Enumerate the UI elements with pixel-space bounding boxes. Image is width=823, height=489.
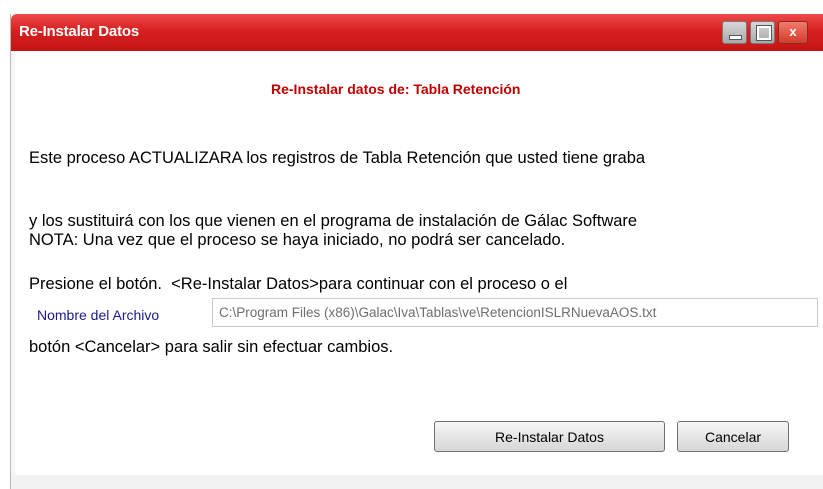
dialog-content: Re-Instalar datos de: Tabla Retención Es… <box>15 51 823 475</box>
close-icon: x <box>789 24 797 39</box>
instructions-line: botón <Cancelar> para salir sin efectuar… <box>29 338 394 356</box>
instructions-line: Presione el botón. <Re-Instalar Datos>pa… <box>29 275 568 293</box>
maximize-button[interactable] <box>750 21 775 44</box>
minimize-icon <box>729 35 742 40</box>
dialog-heading: Re-Instalar datos de: Tabla Retención <box>271 81 521 97</box>
instructions-text: Este proceso ACTUALIZARA los registros d… <box>29 106 821 400</box>
file-name-label: Nombre del Archivo <box>37 307 160 323</box>
cancel-button[interactable]: Cancelar <box>677 421 789 452</box>
instructions-line: y los sustituirá con los que vienen en e… <box>29 212 638 230</box>
file-path-field[interactable] <box>212 298 818 327</box>
dialog-window: Re-Instalar Datos x Re-Instalar datos de… <box>10 14 823 489</box>
title-bar[interactable]: Re-Instalar Datos x <box>11 14 823 51</box>
dialog-footer <box>11 475 823 489</box>
instructions-line: Este proceso ACTUALIZARA los registros d… <box>29 149 646 167</box>
reinstall-data-button[interactable]: Re-Instalar Datos <box>434 421 665 452</box>
window-title: Re-Instalar Datos <box>19 23 139 40</box>
minimize-button[interactable] <box>722 21 747 44</box>
warning-note: NOTA: Una vez que el proceso se haya ini… <box>29 231 566 249</box>
close-button[interactable]: x <box>778 21 808 44</box>
maximize-icon <box>756 25 772 41</box>
